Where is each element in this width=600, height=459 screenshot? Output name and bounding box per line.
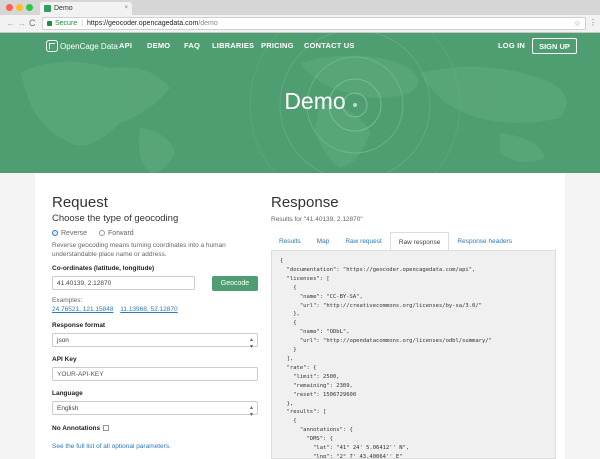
browser-toolbar: ← → C Secure | https://geocoder.opencage…	[0, 15, 600, 33]
tab-close-icon[interactable]: ×	[124, 5, 128, 11]
tab-results[interactable]: Results	[271, 232, 309, 251]
site-favicon-icon	[44, 5, 51, 12]
browser-menu-icon[interactable]: ⋮	[589, 18, 597, 27]
radio-forward[interactable]: Forward	[99, 230, 134, 237]
nav-link-api[interactable]: API	[119, 41, 132, 50]
nav-link-contact[interactable]: CONTACT US	[304, 41, 355, 50]
nav-link-faq[interactable]: FAQ	[184, 41, 200, 50]
geocode-button[interactable]: Geocode	[212, 276, 258, 291]
optional-params-row: See the full list of all optional parame…	[52, 442, 171, 451]
address-separator: |	[81, 20, 84, 27]
tab-map[interactable]: Map	[309, 232, 338, 251]
geocoding-type-radios: Reverse Forward	[52, 229, 134, 238]
select-caret-icon: ▴ ▾	[249, 337, 253, 350]
radio-reverse-icon	[52, 230, 58, 237]
url-path: /demo	[198, 20, 218, 27]
reload-icon[interactable]: C	[29, 18, 36, 28]
opencage-logo-icon	[46, 40, 58, 52]
lock-icon	[47, 21, 52, 26]
example-link-1[interactable]: 24.76521, 121.15848	[52, 306, 113, 313]
login-link[interactable]: LOG IN	[498, 41, 525, 50]
back-arrow-icon[interactable]: ←	[6, 18, 15, 28]
optional-params-link[interactable]: See the full list of all optional parame…	[52, 443, 171, 450]
apikey-label: API Key	[52, 356, 77, 363]
logo-text: OpenCage Data	[60, 41, 118, 51]
tab-response-headers[interactable]: Response headers	[449, 232, 520, 251]
secure-label: Secure	[55, 20, 78, 27]
coords-input[interactable]: 41.40139, 2.12870	[52, 276, 195, 290]
top-navigation: OpenCage Data API DEMO FAQ LIBRARIES PRI…	[0, 33, 600, 58]
examples-label: Examples:	[52, 297, 83, 304]
format-value: json	[57, 336, 69, 344]
address-bar[interactable]: Secure | https://geocoder.opencagedata.c…	[42, 17, 586, 30]
language-select[interactable]: English ▴ ▾	[52, 401, 258, 418]
language-label: Language	[52, 390, 83, 397]
tab-title: Demo	[54, 5, 73, 12]
close-window-button[interactable]	[6, 4, 13, 11]
raw-response-panel[interactable]: { "documentation": "https://geocoder.ope…	[271, 251, 556, 459]
example-link-2[interactable]: 11.13968, 52.12870	[120, 306, 177, 313]
maximize-window-button[interactable]	[26, 4, 33, 11]
opencage-logo[interactable]: OpenCage Data	[46, 40, 118, 52]
no-annotations-label: No Annotations	[52, 425, 101, 432]
response-tabs: Results Map Raw request Raw response Res…	[271, 232, 520, 251]
minimize-window-button[interactable]	[16, 4, 23, 11]
bookmark-star-icon[interactable]: ☆	[574, 19, 581, 28]
page-title: Demo	[284, 88, 346, 114]
reverse-description-line2: understandable place name or address.	[52, 251, 167, 258]
no-annotations-checkbox[interactable]	[103, 425, 110, 432]
url-host: https://geocoder.opencagedata.com	[87, 20, 199, 27]
browser-chrome: Demo × ← → C Secure | https://geocoder.o…	[0, 0, 600, 33]
apikey-input[interactable]: YOUR-API-KEY	[52, 367, 258, 381]
radio-forward-icon	[99, 230, 106, 237]
nav-link-libraries[interactable]: LIBRARIES	[212, 41, 254, 50]
request-subheading: Choose the type of geocoding	[52, 213, 179, 224]
examples-links: 24.76521, 121.15848 11.13968, 52.12870	[52, 305, 178, 314]
response-heading: Response	[271, 194, 339, 211]
raw-response-json: { "documentation": "https://geocoder.ope…	[280, 258, 492, 459]
radio-reverse[interactable]: Reverse	[52, 230, 87, 237]
results-for-text: Results for "41.40139, 2.12870"	[271, 216, 363, 223]
signup-button[interactable]: SIGN UP	[532, 38, 577, 54]
format-select[interactable]: json ▴ ▾	[52, 333, 258, 350]
tab-raw-response[interactable]: Raw response	[389, 232, 450, 251]
nav-link-pricing[interactable]: PRICING	[261, 41, 294, 50]
select-caret-icon: ▴ ▾	[249, 405, 253, 418]
language-value: English	[57, 404, 79, 412]
tab-strip: Demo ×	[0, 0, 600, 15]
coords-label: Co-ordinates (latitude, longitude)	[52, 265, 155, 272]
reverse-description-line1: Reverse geocoding means turning coordina…	[52, 242, 226, 249]
format-label: Response format	[52, 322, 106, 329]
no-annotations-row: No Annotations	[52, 425, 110, 432]
request-heading: Request	[52, 194, 108, 211]
browser-tab[interactable]: Demo ×	[40, 2, 132, 15]
nav-link-demo[interactable]: DEMO	[147, 41, 170, 50]
forward-arrow-icon[interactable]: →	[17, 18, 26, 28]
tab-raw-request[interactable]: Raw request	[337, 232, 390, 251]
